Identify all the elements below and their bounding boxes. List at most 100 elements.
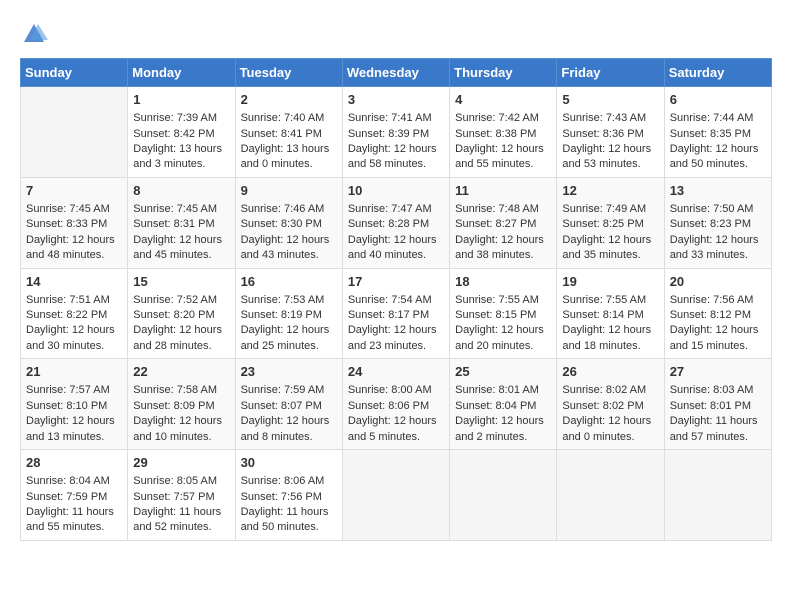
calendar-cell: 18Sunrise: 7:55 AMSunset: 8:15 PMDayligh…	[450, 268, 557, 359]
sunset-text: Sunset: 8:19 PM	[241, 308, 337, 323]
day-of-week-header: Friday	[557, 59, 664, 87]
day-number: 19	[562, 273, 658, 291]
sunset-text: Sunset: 7:56 PM	[241, 490, 337, 505]
day-of-week-header: Tuesday	[235, 59, 342, 87]
daylight-text: Daylight: 12 hours and 33 minutes.	[670, 233, 766, 264]
logo	[20, 20, 52, 48]
cell-content: 12Sunrise: 7:49 AMSunset: 8:25 PMDayligh…	[562, 182, 658, 264]
calendar-cell: 15Sunrise: 7:52 AMSunset: 8:20 PMDayligh…	[128, 268, 235, 359]
sunrise-text: Sunrise: 7:44 AM	[670, 111, 766, 126]
daylight-text: Daylight: 12 hours and 48 minutes.	[26, 233, 122, 264]
cell-content: 6Sunrise: 7:44 AMSunset: 8:35 PMDaylight…	[670, 91, 766, 173]
cell-content: 4Sunrise: 7:42 AMSunset: 8:38 PMDaylight…	[455, 91, 551, 173]
day-number: 15	[133, 273, 229, 291]
cell-content: 13Sunrise: 7:50 AMSunset: 8:23 PMDayligh…	[670, 182, 766, 264]
daylight-text: Daylight: 13 hours and 3 minutes.	[133, 142, 229, 173]
calendar-cell: 16Sunrise: 7:53 AMSunset: 8:19 PMDayligh…	[235, 268, 342, 359]
sunrise-text: Sunrise: 7:49 AM	[562, 202, 658, 217]
day-number: 21	[26, 363, 122, 381]
cell-content: 18Sunrise: 7:55 AMSunset: 8:15 PMDayligh…	[455, 273, 551, 355]
day-number: 16	[241, 273, 337, 291]
cell-content: 19 Sunrise: 7:55 AMSunset: 8:14 PMDayligh…	[562, 273, 658, 355]
daylight-text: Daylight: 12 hours and 18 minutes.	[562, 323, 658, 354]
cell-content: 27Sunrise: 8:03 AMSunset: 8:01 PMDayligh…	[670, 363, 766, 445]
sunrise-text: Sunrise: 7:47 AM	[348, 202, 444, 217]
sunset-text: Sunset: 7:57 PM	[133, 490, 229, 505]
day-number: 3	[348, 91, 444, 109]
daylight-text: Daylight: 11 hours and 57 minutes.	[670, 414, 766, 445]
day-number: 30	[241, 454, 337, 472]
calendar-cell	[342, 450, 449, 541]
daylight-text: Daylight: 12 hours and 20 minutes.	[455, 323, 551, 354]
day-number: 20	[670, 273, 766, 291]
daylight-text: Daylight: 12 hours and 38 minutes.	[455, 233, 551, 264]
calendar-body: 1Sunrise: 7:39 AMSunset: 8:42 PMDaylight…	[21, 87, 772, 541]
cell-content: 7Sunrise: 7:45 AMSunset: 8:33 PMDaylight…	[26, 182, 122, 264]
sunset-text: Sunset: 8:17 PM	[348, 308, 444, 323]
sunrise-text: Sunrise: 8:01 AM	[455, 383, 551, 398]
day-number: 4	[455, 91, 551, 109]
sunset-text: Sunset: 8:35 PM	[670, 127, 766, 142]
day-number: 24	[348, 363, 444, 381]
sunset-text: Sunset: 8:07 PM	[241, 399, 337, 414]
day-number: 8	[133, 182, 229, 200]
sunset-text: Sunset: 8:20 PM	[133, 308, 229, 323]
cell-content: 10Sunrise: 7:47 AMSunset: 8:28 PMDayligh…	[348, 182, 444, 264]
day-number: 26	[562, 363, 658, 381]
calendar-cell: 9Sunrise: 7:46 AMSunset: 8:30 PMDaylight…	[235, 177, 342, 268]
calendar-cell: 12Sunrise: 7:49 AMSunset: 8:25 PMDayligh…	[557, 177, 664, 268]
calendar-cell: 1Sunrise: 7:39 AMSunset: 8:42 PMDaylight…	[128, 87, 235, 178]
daylight-text: Daylight: 12 hours and 15 minutes.	[670, 323, 766, 354]
sunrise-text: Sunrise: 7:56 AM	[670, 293, 766, 308]
day-number: 22	[133, 363, 229, 381]
sunrise-text: Sunrise: 8:06 AM	[241, 474, 337, 489]
sunset-text: Sunset: 8:38 PM	[455, 127, 551, 142]
day-number: 18	[455, 273, 551, 291]
day-number: 1	[133, 91, 229, 109]
calendar-cell: 14Sunrise: 7:51 AMSunset: 8:22 PMDayligh…	[21, 268, 128, 359]
page-header	[20, 20, 772, 48]
cell-content: 16Sunrise: 7:53 AMSunset: 8:19 PMDayligh…	[241, 273, 337, 355]
sunrise-text: Sunrise: 7:54 AM	[348, 293, 444, 308]
calendar-cell: 19 Sunrise: 7:55 AMSunset: 8:14 PMDayligh…	[557, 268, 664, 359]
day-of-week-header: Monday	[128, 59, 235, 87]
calendar-cell: 10Sunrise: 7:47 AMSunset: 8:28 PMDayligh…	[342, 177, 449, 268]
logo-icon	[20, 20, 48, 48]
sunrise-text: Sunrise: 7:59 AM	[241, 383, 337, 398]
calendar-cell: 3Sunrise: 7:41 AMSunset: 8:39 PMDaylight…	[342, 87, 449, 178]
day-number: 27	[670, 363, 766, 381]
cell-content: 20Sunrise: 7:56 AMSunset: 8:12 PMDayligh…	[670, 273, 766, 355]
sunset-text: Sunset: 8:23 PM	[670, 217, 766, 232]
calendar-week-row: 28Sunrise: 8:04 AMSunset: 7:59 PMDayligh…	[21, 450, 772, 541]
cell-content: 3Sunrise: 7:41 AMSunset: 8:39 PMDaylight…	[348, 91, 444, 173]
cell-content: 24Sunrise: 8:00 AMSunset: 8:06 PMDayligh…	[348, 363, 444, 445]
day-number: 2	[241, 91, 337, 109]
sunset-text: Sunset: 8:04 PM	[455, 399, 551, 414]
sunrise-text: Sunrise: 8:00 AM	[348, 383, 444, 398]
daylight-text: Daylight: 11 hours and 50 minutes.	[241, 505, 337, 536]
cell-content: 23Sunrise: 7:59 AMSunset: 8:07 PMDayligh…	[241, 363, 337, 445]
sunset-text: Sunset: 7:59 PM	[26, 490, 122, 505]
calendar-cell: 28Sunrise: 8:04 AMSunset: 7:59 PMDayligh…	[21, 450, 128, 541]
day-of-week-header: Sunday	[21, 59, 128, 87]
calendar-cell: 27Sunrise: 8:03 AMSunset: 8:01 PMDayligh…	[664, 359, 771, 450]
sunrise-text: Sunrise: 7:51 AM	[26, 293, 122, 308]
cell-content: 29Sunrise: 8:05 AMSunset: 7:57 PMDayligh…	[133, 454, 229, 536]
calendar-cell: 17Sunrise: 7:54 AMSunset: 8:17 PMDayligh…	[342, 268, 449, 359]
day-number: 25	[455, 363, 551, 381]
day-number: 28	[26, 454, 122, 472]
sunset-text: Sunset: 8:09 PM	[133, 399, 229, 414]
sunset-text: Sunset: 8:30 PM	[241, 217, 337, 232]
sunrise-text: Sunrise: 7:43 AM	[562, 111, 658, 126]
sunrise-text: Sunrise: 7:58 AM	[133, 383, 229, 398]
calendar-cell: 2Sunrise: 7:40 AMSunset: 8:41 PMDaylight…	[235, 87, 342, 178]
cell-content: 2Sunrise: 7:40 AMSunset: 8:41 PMDaylight…	[241, 91, 337, 173]
calendar-cell: 5Sunrise: 7:43 AMSunset: 8:36 PMDaylight…	[557, 87, 664, 178]
sunset-text: Sunset: 8:14 PM	[562, 308, 658, 323]
sunrise-text: Sunrise: 7:55 AM	[562, 293, 658, 308]
daylight-text: Daylight: 12 hours and 40 minutes.	[348, 233, 444, 264]
calendar-cell: 23Sunrise: 7:59 AMSunset: 8:07 PMDayligh…	[235, 359, 342, 450]
sunset-text: Sunset: 8:10 PM	[26, 399, 122, 414]
calendar-cell: 21Sunrise: 7:57 AMSunset: 8:10 PMDayligh…	[21, 359, 128, 450]
sunset-text: Sunset: 8:15 PM	[455, 308, 551, 323]
